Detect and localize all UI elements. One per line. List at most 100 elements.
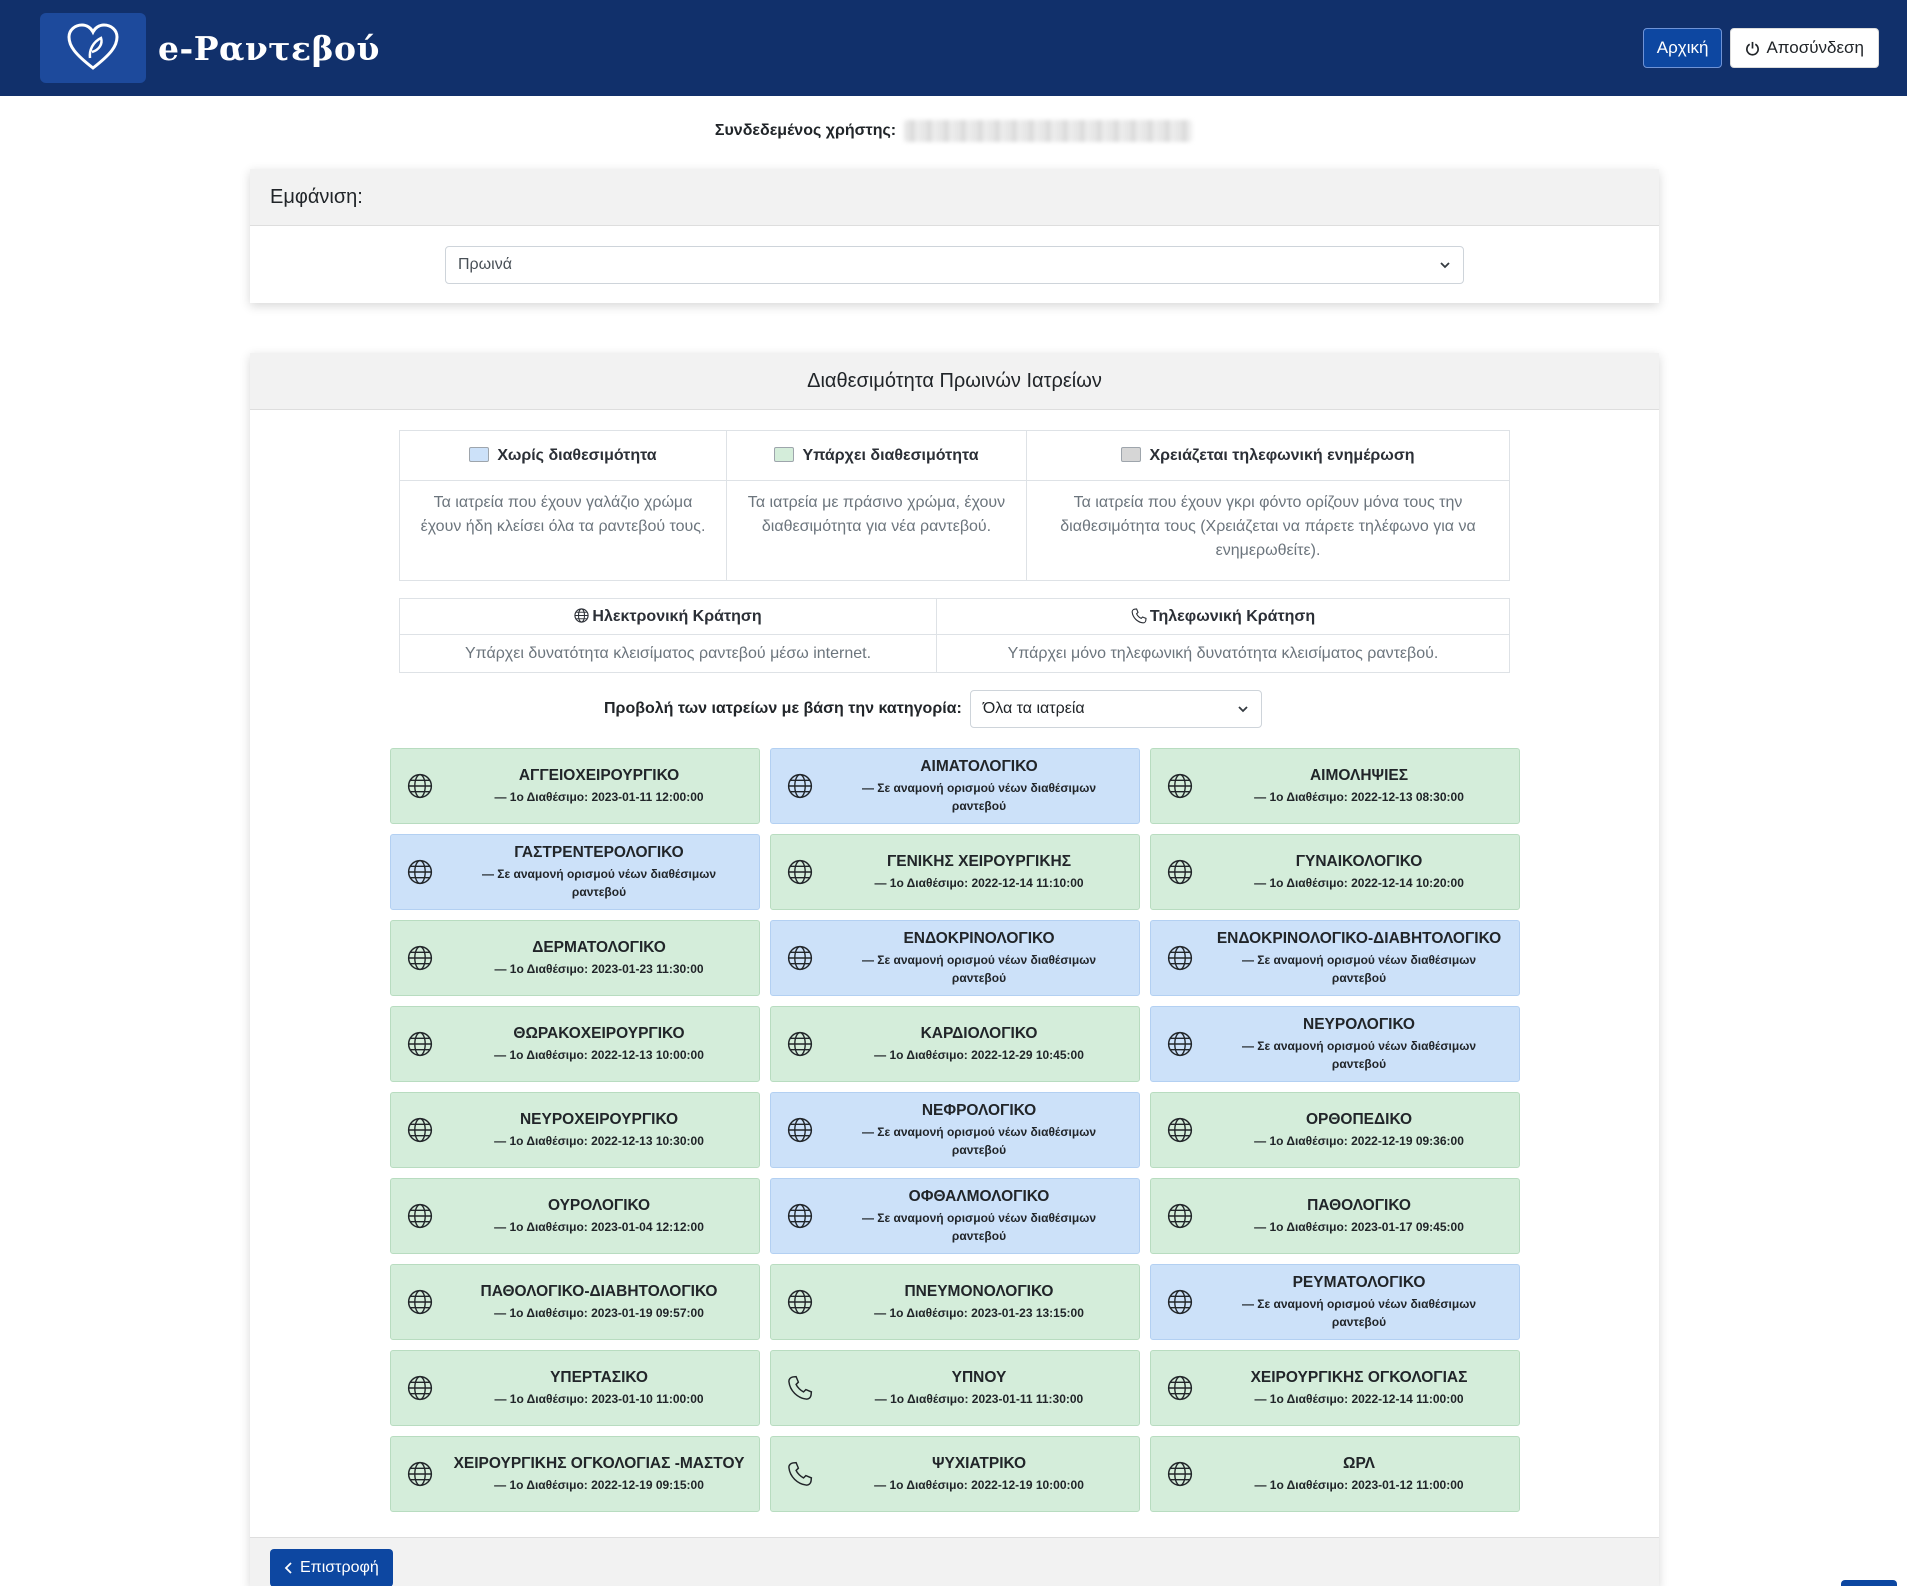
clinic-name: ΡΕΥΜΑΤΟΛΟΓΙΚΟ [1292,1273,1426,1291]
clinic-availability: — 1ο Διαθέσιμο: 2023-01-23 13:15:00 [874,1305,1084,1320]
view-select[interactable]: Πρωινά [445,246,1464,284]
logout-button[interactable]: Αποσύνδεση [1730,28,1879,68]
clinic-name: ΥΠΕΡΤΑΣΙΚΟ [550,1368,648,1386]
clinic-tile[interactable]: ΑΙΜΟΛΗΨΙΕΣ — 1ο Διαθέσιμο: 2022-12-13 08:… [1150,748,1520,824]
clinic-tile[interactable]: ΡΕΥΜΑΤΟΛΟΓΙΚΟ — Σε αναμονή ορισμού νέων δ… [1150,1264,1520,1340]
clinic-tile[interactable]: ΥΠΕΡΤΑΣΙΚΟ — 1ο Διαθέσιμο: 2023-01-10 11:… [390,1350,760,1426]
clinic-name: ΟΦΘΑΛΜΟΛΟΓΙΚΟ [908,1187,1050,1205]
clinic-tile[interactable]: ΚΑΡΔΙΟΛΟΓΙΚΟ — 1ο Διαθέσιμο: 2022-12-29 1… [770,1006,1140,1082]
chevron-left-icon [284,1562,292,1574]
clinic-tile[interactable]: ΠΑΘΟΛΟΓΙΚΟ — 1ο Διαθέσιμο: 2023-01-17 09:… [1150,1178,1520,1254]
globe-icon [407,1203,439,1229]
clinic-tile[interactable]: ΑΙΜΑΤΟΛΟΓΙΚΟ — Σε αναμονή ορισμού νέων δι… [770,748,1140,824]
color-legend-table: Χωρίς διαθεσιμότητα Υπάρχει διαθεσιμότητ… [399,430,1510,581]
clinic-availability: — Σε αναμονή ορισμού νέων διαθέσιμων ραν… [861,1210,1097,1243]
clinic-name: ΝΕΦΡΟΛΟΓΙΚΟ [921,1101,1037,1119]
clinic-tile[interactable]: ΔΕΡΜΑΤΟΛΟΓΙΚΟ — 1ο Διαθέσιμο: 2023-01-23 … [390,920,760,996]
clinic-tile[interactable]: ΠΑΘΟΛΟΓΙΚΟ-ΔΙΑΒΗΤΟΛΟΓΙΚΟ — 1ο Διαθέσιμο: … [390,1264,760,1340]
phone-icon [787,1375,819,1401]
top-navbar: e-Ραντεβού Αρχική Αποσύνδεση [0,0,1907,96]
blue-swatch-icon [469,446,490,462]
clinic-tile[interactable]: ΨΥΧΙΑΤΡΙΚΟ — 1ο Διαθέσιμο: 2022-12-19 10:… [770,1436,1140,1512]
clinic-name: ΓΑΣΤΡΕΝΤΕΡΟΛΟΓΙΚΟ [514,843,684,861]
home-button[interactable]: Αρχική [1642,28,1723,68]
globe-icon [1167,859,1199,885]
category-filter: Προβολή των ιατρείων με βάση την κατηγορ… [604,690,1659,728]
category-select-value: Όλα τα ιατρεία [982,700,1085,717]
clinic-name: ΕΝΔΟΚΡΙΝΟΛΟΓΙΚΟ [903,929,1055,947]
clinic-name: ΠΑΘΟΛΟΓΙΚΟ-ΔΙΑΒΗΤΟΛΟΓΙΚΟ [480,1282,718,1300]
clinic-tile[interactable]: ΓΕΝΙΚΗΣ ΧΕΙΡΟΥΡΓΙΚΗΣ — 1ο Διαθέσιμο: 2022… [770,834,1140,910]
globe-icon [407,1375,439,1401]
back-button[interactable]: Επιστροφή [270,1549,393,1586]
gray-swatch-icon [1121,446,1142,462]
clinic-tile[interactable]: ΝΕΦΡΟΛΟΓΙΚΟ — Σε αναμονή ορισμού νέων δια… [770,1092,1140,1168]
clinic-name: ΟΡΘΟΠΕΔΙΚΟ [1305,1110,1413,1128]
clinic-name: ΚΑΡΔΙΟΛΟΓΙΚΟ [920,1024,1038,1042]
clinic-tile[interactable]: ΕΝΔΟΚΡΙΝΟΛΟΓΙΚΟ — Σε αναμονή ορισμού νέων… [770,920,1140,996]
clinic-grid: ΑΓΓΕΙΟΧΕΙΡΟΥΡΓΙΚΟ — 1ο Διαθέσιμο: 2023-01… [390,748,1659,1537]
brand[interactable]: e-Ραντεβού [40,13,380,83]
clinic-tile[interactable]: ΟΥΡΟΛΟΓΙΚΟ — 1ο Διαθέσιμο: 2023-01-04 12:… [390,1178,760,1254]
clinic-tile[interactable]: ΟΦΘΑΛΜΟΛΟΓΙΚΟ — Σε αναμονή ορισμού νέων δ… [770,1178,1140,1254]
phone-icon [1131,607,1147,623]
clinic-tile[interactable]: ΝΕΥΡΟΧΕΙΡΟΥΡΓΙΚΟ — 1ο Διαθέσιμο: 2022-12-… [390,1092,760,1168]
clinic-tile[interactable]: ΓΥΝΑΙΚΟΛΟΓΙΚΟ — 1ο Διαθέσιμο: 2022-12-14 … [1150,834,1520,910]
clinic-name: ΘΩΡΑΚΟΧΕΙΡΟΥΡΓΙΚΟ [513,1024,685,1042]
clinic-tile[interactable]: ΝΕΥΡΟΛΟΓΙΚΟ — Σε αναμονή ορισμού νέων δια… [1150,1006,1520,1082]
globe-icon [787,773,819,799]
clinic-tile[interactable]: ΩΡΛ — 1ο Διαθέσιμο: 2023-01-12 11:00:00 [1150,1436,1520,1512]
booking-desc: Υπάρχει μόνο τηλεφωνική δυνατότητα κλεισ… [936,634,1510,673]
clinic-availability: — 1ο Διαθέσιμο: 2023-01-04 12:12:00 [494,1219,704,1234]
clinic-name: ΔΕΡΜΑΤΟΛΟΓΙΚΟ [532,938,666,956]
clinic-availability: — 1ο Διαθέσιμο: 2023-01-19 09:57:00 [494,1305,704,1320]
clinic-availability: — 1ο Διαθέσιμο: 2023-01-17 09:45:00 [1254,1219,1464,1234]
clinic-availability: — Σε αναμονή ορισμού νέων διαθέσιμων ραν… [861,780,1097,813]
clinic-tile[interactable]: ΑΓΓΕΙΟΧΕΙΡΟΥΡΓΙΚΟ — 1ο Διαθέσιμο: 2023-01… [390,748,760,824]
globe-icon [787,1117,819,1143]
back-label: Επιστροφή [300,1559,379,1576]
clinic-availability: — Σε αναμονή ορισμού νέων διαθέσιμων ραν… [861,952,1097,985]
clinic-tile[interactable]: ΧΕΙΡΟΥΡΓΙΚΗΣ ΟΓΚΟΛΟΓΙΑΣ — 1ο Διαθέσιμο: 2… [1150,1350,1520,1426]
category-select[interactable]: Όλα τα ιατρεία [969,690,1262,728]
power-icon [1746,41,1760,56]
clinic-availability: — Σε αναμονή ορισμού νέων διαθέσιμων ραν… [861,1124,1097,1157]
clinic-tile[interactable]: ΟΡΘΟΠΕΔΙΚΟ — 1ο Διαθέσιμο: 2022-12-19 09:… [1150,1092,1520,1168]
clinic-tile[interactable]: ΧΕΙΡΟΥΡΓΙΚΗΣ ΟΓΚΟΛΟΓΙΑΣ -ΜΑΣΤΟΥ — 1ο Διαθ… [390,1436,760,1512]
green-swatch-icon [774,446,795,462]
legend-availability: Υπάρχει διαθεσιμότητα [726,430,1027,481]
clinic-availability: — 1ο Διαθέσιμο: 2022-12-13 10:00:00 [494,1047,704,1062]
globe-icon [407,1289,439,1315]
clinic-availability: — Σε αναμονή ορισμού νέων διαθέσιμων ραν… [1241,1038,1477,1071]
clinic-availability: — Σε αναμονή ορισμού νέων διαθέσιμων ραν… [1241,952,1477,985]
legend-desc: Τα ιατρεία που έχουν γαλάζιο χρώμα έχουν… [399,480,727,581]
clinic-availability: — 1ο Διαθέσιμο: 2023-01-23 11:30:00 [494,961,704,976]
phone-booking-title: Τηλεφωνική Κράτηση [936,598,1510,635]
clinic-availability: — 1ο Διαθέσιμο: 2023-01-11 12:00:00 [494,789,704,804]
clinic-name: ΠΝΕΥΜΟΝΟΛΟΓΙΚΟ [904,1282,1054,1300]
clinic-tile[interactable]: ΠΝΕΥΜΟΝΟΛΟΓΙΚΟ — 1ο Διαθέσιμο: 2023-01-23… [770,1264,1140,1340]
chevron-down-icon [1440,262,1450,269]
booking-type-table: Ηλεκτρονική Κράτηση Τηλεφωνική Κράτηση Υ… [399,598,1510,673]
globe-icon [1167,1289,1199,1315]
clinic-availability: — 1ο Διαθέσιμο: 2022-12-19 09:36:00 [1254,1133,1464,1148]
redacted-username [904,120,1193,142]
clinic-name: ΑΓΓΕΙΟΧΕΙΡΟΥΡΓΙΚΟ [518,766,680,784]
clinic-tile[interactable]: ΥΠΝΟΥ — 1ο Διαθέσιμο: 2023-01-11 11:30:00 [770,1350,1140,1426]
clinic-name: ΝΕΥΡΟΛΟΓΙΚΟ [1303,1015,1415,1033]
clinic-availability: — 1ο Διαθέσιμο: 2023-01-10 11:00:00 [494,1391,704,1406]
clinic-tile[interactable]: ΘΩΡΑΚΟΧΕΙΡΟΥΡΓΙΚΟ — 1ο Διαθέσιμο: 2022-12… [390,1006,760,1082]
clinic-tile[interactable]: ΕΝΔΟΚΡΙΝΟΛΟΓΙΚΟ-ΔΙΑΒΗΤΟΛΟΓΙΚΟ — Σε αναμον… [1150,920,1520,996]
phone-icon [787,1461,819,1487]
globe-icon [1167,945,1199,971]
clinic-availability: — 1ο Διαθέσιμο: 2022-12-14 10:20:00 [1254,875,1464,890]
clinic-tile[interactable]: ΓΑΣΤΡΕΝΤΕΡΟΛΟΓΙΚΟ — Σε αναμονή ορισμού νέ… [390,834,760,910]
globe-icon [574,607,590,623]
legend-no-availability: Χωρίς διαθεσιμότητα [399,430,727,481]
clinic-name: ΝΕΥΡΟΧΕΙΡΟΥΡΓΙΚΟ [519,1110,679,1128]
legend-desc: Τα ιατρεία που έχουν γκρι φόντο ορίζουν … [1026,480,1510,581]
globe-icon [407,1461,439,1487]
scroll-top-button[interactable] [1841,1580,1897,1586]
clinic-name: ΟΥΡΟΛΟΓΙΚΟ [547,1196,651,1214]
clinic-name: ΑΙΜΟΛΗΨΙΕΣ [1309,766,1409,784]
